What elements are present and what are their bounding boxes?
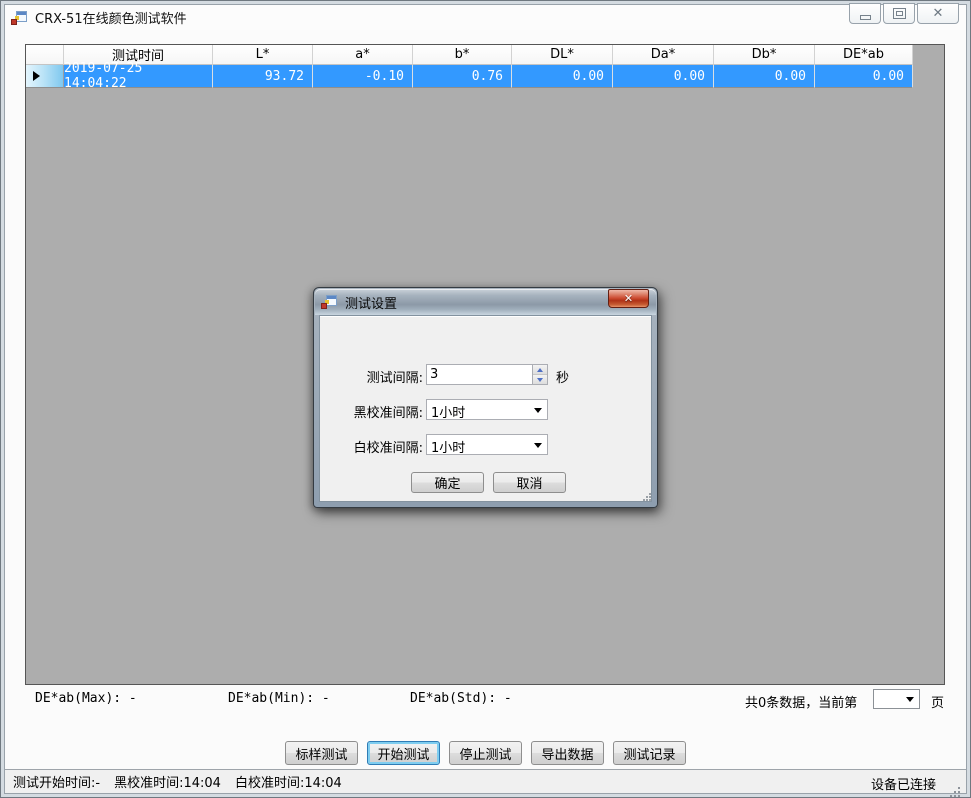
- col-header-L[interactable]: L*: [213, 45, 313, 65]
- stat-std-label: DE*ab(Std):: [410, 691, 496, 706]
- minimize-icon: [860, 15, 871, 20]
- black-cal-value: 1小时: [431, 402, 465, 421]
- col-header-a[interactable]: a*: [313, 45, 413, 65]
- chevron-down-icon: [534, 443, 542, 448]
- stat-deab-std: DE*ab(Std): -: [410, 691, 512, 706]
- cell-Db[interactable]: 0.00: [714, 65, 815, 88]
- dialog-icon: [321, 295, 337, 309]
- test-records-button[interactable]: 测试记录: [613, 741, 686, 765]
- cell-DEab[interactable]: 0.00: [815, 65, 913, 88]
- cell-L[interactable]: 93.72: [213, 65, 313, 88]
- window-title: CRX-51在线颜色测试软件: [35, 8, 187, 27]
- status-bar: 测试开始时间:- 黑校准时间:14:04 白校准时间:14:04 设备已连接: [5, 769, 966, 793]
- cell-b[interactable]: 0.76: [413, 65, 512, 88]
- spinner-down-button[interactable]: [533, 375, 547, 384]
- cell-a[interactable]: -0.10: [313, 65, 413, 88]
- cell-Da[interactable]: 0.00: [613, 65, 714, 88]
- close-button[interactable]: ✕: [917, 3, 959, 24]
- cancel-button[interactable]: 取消: [493, 472, 566, 493]
- stat-deab-max: DE*ab(Max): -: [35, 691, 137, 706]
- action-button-row: 标样测试 开始测试 停止测试 导出数据 测试记录: [0, 741, 971, 765]
- current-row-arrow-icon: [33, 71, 40, 81]
- status-test-start-time: 测试开始时间:-: [13, 772, 100, 791]
- arrow-up-icon: [537, 368, 543, 372]
- app-icon: [11, 11, 27, 25]
- page-summary-text: 共0条数据，当前第: [745, 692, 857, 711]
- white-cal-value: 1小时: [431, 437, 465, 456]
- stat-min-label: DE*ab(Min):: [228, 691, 314, 706]
- dialog-title: 测试设置: [345, 293, 397, 312]
- interval-unit-label: 秒: [556, 367, 569, 386]
- cell-time[interactable]: 2019-07-25 14:04:22: [64, 65, 213, 88]
- ok-button[interactable]: 确定: [411, 472, 484, 493]
- col-header-DEab[interactable]: DE*ab: [815, 45, 913, 65]
- stat-max-value: -: [129, 691, 137, 706]
- stat-min-value: -: [322, 691, 330, 706]
- titlebar[interactable]: CRX-51在线颜色测试软件: [5, 5, 966, 30]
- dialog-close-button[interactable]: ✕: [608, 289, 649, 308]
- dialog-close-icon: ✕: [624, 292, 633, 305]
- data-grid: 测试时间 L* a* b* DL* Da* Db* DE*ab 2019-07-…: [26, 45, 944, 88]
- interval-input[interactable]: [427, 365, 531, 384]
- stop-test-button[interactable]: 停止测试: [449, 741, 522, 765]
- page-unit-label: 页: [931, 692, 944, 711]
- stat-std-value: -: [504, 691, 512, 706]
- sample-test-button[interactable]: 标样测试: [285, 741, 358, 765]
- chevron-down-icon: [906, 697, 914, 702]
- white-cal-label: 白校准间隔:: [320, 437, 423, 456]
- black-cal-label: 黑校准间隔:: [320, 402, 423, 421]
- col-header-b[interactable]: b*: [413, 45, 512, 65]
- test-settings-dialog: 测试设置 ✕ 测试间隔: 秒 黑校准间隔: 1小时 白校准间隔:: [313, 287, 658, 508]
- dialog-resize-grip-icon[interactable]: [643, 493, 645, 495]
- spinner-up-button[interactable]: [533, 365, 547, 375]
- dialog-titlebar[interactable]: 测试设置: [315, 289, 656, 315]
- status-white-cal-time: 白校准时间:14:04: [235, 772, 342, 791]
- close-icon: ✕: [933, 7, 944, 20]
- chevron-down-icon: [534, 408, 542, 413]
- interval-label: 测试间隔:: [320, 367, 423, 386]
- col-header-DL[interactable]: DL*: [512, 45, 613, 65]
- dialog-body: 测试间隔: 秒 黑校准间隔: 1小时 白校准间隔: 1小时: [319, 315, 652, 502]
- stat-max-label: DE*ab(Max):: [35, 691, 121, 706]
- minimize-button[interactable]: [849, 3, 881, 24]
- interval-spinner: [426, 364, 548, 385]
- col-header-Da[interactable]: Da*: [613, 45, 714, 65]
- stat-deab-min: DE*ab(Min): -: [228, 691, 330, 706]
- main-window: CRX-51在线颜色测试软件 ✕ 测试时间 L* a* b* DL* Da* D…: [0, 0, 971, 798]
- black-cal-combobox[interactable]: 1小时: [426, 399, 548, 420]
- arrow-down-icon: [537, 378, 543, 382]
- col-header-Db[interactable]: Db*: [714, 45, 815, 65]
- maximize-button[interactable]: [883, 3, 915, 24]
- device-status-label: 设备已连接: [871, 774, 936, 793]
- cell-DL[interactable]: 0.00: [512, 65, 613, 88]
- row-header-selected[interactable]: [26, 65, 64, 88]
- white-cal-combobox[interactable]: 1小时: [426, 434, 548, 455]
- status-black-cal-time: 黑校准时间:14:04: [114, 772, 221, 791]
- resize-grip-icon[interactable]: [950, 787, 952, 789]
- window-controls: ✕: [849, 3, 959, 24]
- maximize-icon: [893, 8, 906, 19]
- start-test-button[interactable]: 开始测试: [367, 741, 440, 765]
- grid-corner-cell[interactable]: [26, 45, 64, 65]
- page-number-combobox[interactable]: [873, 689, 920, 709]
- export-data-button[interactable]: 导出数据: [531, 741, 604, 765]
- spinner-buttons: [532, 365, 547, 384]
